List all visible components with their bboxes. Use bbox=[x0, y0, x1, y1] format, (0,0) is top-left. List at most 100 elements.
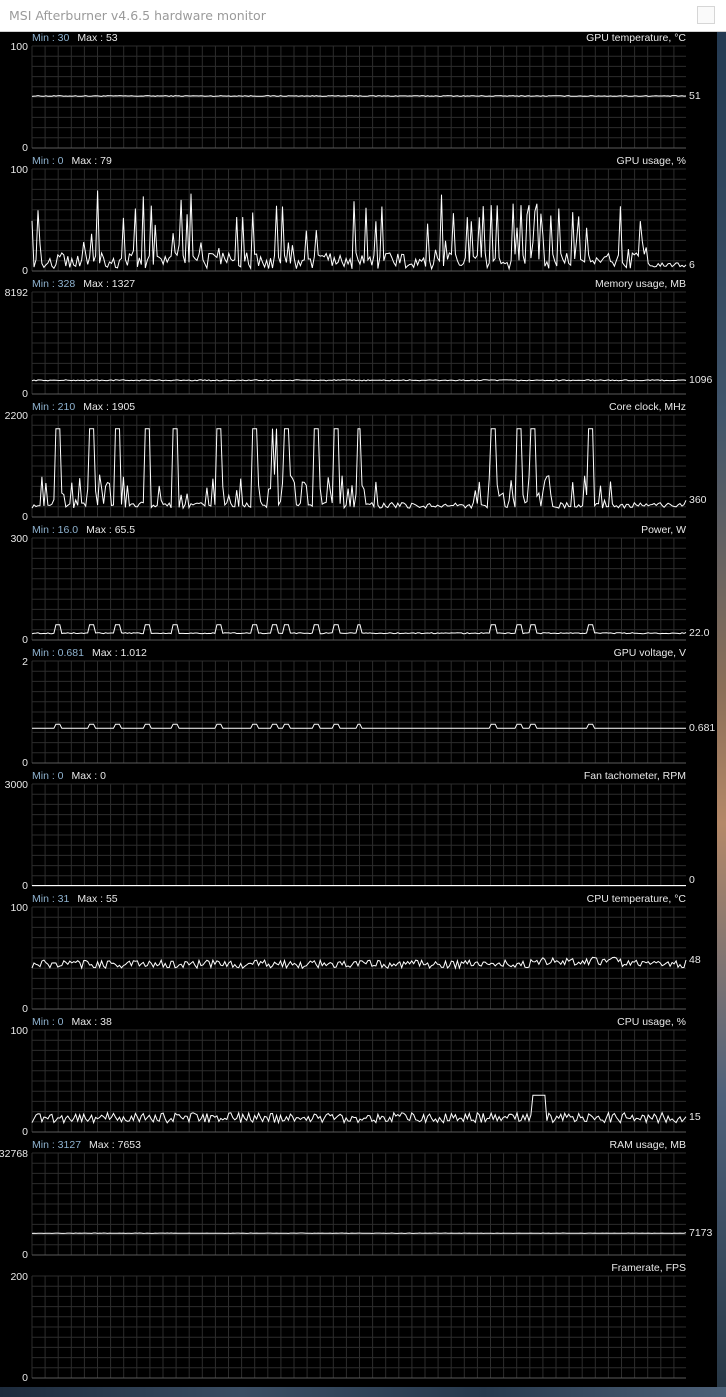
graph-plot bbox=[31, 1029, 687, 1133]
graph-max-value: Max : 79 bbox=[71, 155, 112, 167]
graph-y-min: 0 bbox=[22, 142, 28, 154]
graph-grid-lines bbox=[31, 783, 686, 886]
graph-y-max: 2 bbox=[22, 656, 28, 668]
graph-plot bbox=[31, 291, 687, 395]
graph-minmax: Min : 0.681 Max : 1.012 bbox=[32, 647, 147, 660]
graph-min-value: Min : 0 bbox=[32, 770, 64, 782]
graph-y-max: 100 bbox=[10, 164, 28, 176]
graph-grid-lines bbox=[31, 1152, 686, 1255]
graph-current-value: 7173 bbox=[689, 1226, 713, 1239]
graph-ram-usage[interactable]: Min : 3127 Max : 7653 RAM usage, MB 32768 0 7… bbox=[0, 1139, 717, 1262]
graph-max-value: Max : 65.5 bbox=[86, 524, 136, 536]
graph-grid bbox=[31, 1152, 686, 1256]
graph-grid-lines bbox=[31, 45, 686, 148]
graph-grid-lines bbox=[31, 906, 686, 1009]
graph-label: RAM usage, MB bbox=[609, 1139, 686, 1151]
graph-y-min: 0 bbox=[22, 1126, 28, 1138]
graph-minmax: Min : 328 Max : 1327 bbox=[32, 278, 135, 291]
graph-y-max: 100 bbox=[10, 902, 28, 914]
graph-y-max: 3000 bbox=[4, 779, 28, 791]
graph-y-min: 0 bbox=[22, 388, 28, 400]
graph-min-value: Min : 3127 bbox=[32, 1139, 82, 1151]
graph-label: Power, W bbox=[641, 524, 686, 536]
window-title: MSI Afterburner v4.6.5 hardware monitor bbox=[9, 8, 266, 23]
graph-min-value: Min : 16.0 bbox=[32, 524, 79, 536]
graph-plot bbox=[31, 1152, 687, 1256]
graph-max-value: Max : 38 bbox=[71, 1016, 112, 1028]
graph-fan-tachometer[interactable]: Min : 0 Max : 0 Fan tachometer, RPM 3000 0 0 bbox=[0, 770, 717, 893]
graph-label: CPU temperature, °C bbox=[586, 893, 686, 905]
graph-plot bbox=[31, 45, 687, 149]
graph-label: CPU usage, % bbox=[617, 1016, 686, 1028]
graph-label: Framerate, FPS bbox=[611, 1262, 686, 1274]
graph-label: Fan tachometer, RPM bbox=[583, 770, 686, 782]
graph-grid-lines bbox=[31, 1275, 686, 1378]
graph-current-value: 0.681 bbox=[689, 722, 716, 735]
graph-min-value: Min : 0 bbox=[32, 1016, 64, 1028]
graph-y-min: 0 bbox=[22, 1003, 28, 1015]
graph-min-value: Min : 31 bbox=[32, 893, 70, 905]
graph-minmax: Min : 0 Max : 38 bbox=[32, 1016, 112, 1029]
graph-trace bbox=[31, 379, 687, 382]
graph-y-max: 200 bbox=[10, 1271, 28, 1283]
graph-y-max: 100 bbox=[10, 41, 28, 53]
graph-min-value: Min : 0 bbox=[32, 155, 64, 167]
graph-cpu-temperature[interactable]: Min : 31 Max : 55 CPU temperature, °C 100 0 4… bbox=[0, 893, 717, 1016]
graph-minmax: Min : 3127 Max : 7653 bbox=[32, 1139, 141, 1152]
graph-power[interactable]: Min : 16.0 Max : 65.5 Power, W 300 0 22.0 bbox=[0, 524, 717, 647]
graph-current-value: 1096 bbox=[689, 374, 713, 387]
graph-minmax: Min : 0 Max : 79 bbox=[32, 155, 112, 168]
graph-label: GPU temperature, °C bbox=[586, 32, 686, 44]
graph-max-value: Max : 55 bbox=[77, 893, 118, 905]
graph-label: Memory usage, MB bbox=[594, 278, 686, 290]
graph-y-min: 0 bbox=[22, 880, 28, 892]
graph-minmax: Min : 0 Max : 0 bbox=[32, 770, 106, 783]
hardware-monitor-graphs: Min : 30 Max : 53 GPU temperature, °C 100 0 5… bbox=[0, 32, 717, 1387]
graph-grid bbox=[31, 291, 686, 395]
graph-grid bbox=[31, 783, 686, 887]
graph-gpu-voltage[interactable]: Min : 0.681 Max : 1.012 GPU voltage, V 2 0 0.… bbox=[0, 647, 717, 770]
graph-minmax: Min : 31 Max : 55 bbox=[32, 893, 118, 906]
graph-y-max: 32768 bbox=[0, 1148, 28, 1160]
desktop-background bbox=[717, 32, 726, 1397]
graph-memory-usage[interactable]: Min : 328 Max : 1327 Memory usage, MB 8192 0… bbox=[0, 278, 717, 401]
graph-min-value: Min : 328 bbox=[32, 278, 76, 290]
graph-y-min: 0 bbox=[22, 634, 28, 646]
graph-gpu-temperature[interactable]: Min : 30 Max : 53 GPU temperature, °C 100 0 5… bbox=[0, 32, 717, 155]
graph-grid bbox=[31, 906, 686, 1010]
graph-label: GPU usage, % bbox=[616, 155, 686, 167]
graph-y-min: 0 bbox=[22, 1372, 28, 1384]
graph-grid-lines bbox=[31, 660, 686, 763]
graph-min-value: Min : 30 bbox=[32, 32, 70, 44]
graph-min-value: Min : 210 bbox=[32, 401, 76, 413]
graph-framerate[interactable]: Framerate, FPS 200 0 bbox=[0, 1262, 717, 1385]
graph-max-value: Max : 1905 bbox=[83, 401, 136, 413]
graph-y-max: 8192 bbox=[4, 287, 28, 299]
graph-minmax: Min : 210 Max : 1905 bbox=[32, 401, 135, 414]
graph-y-min: 0 bbox=[22, 757, 28, 769]
window-control-icon[interactable] bbox=[697, 6, 715, 24]
graph-y-min: 0 bbox=[22, 511, 28, 523]
graph-current-value: 15 bbox=[689, 1110, 701, 1123]
graph-current-value: 51 bbox=[689, 89, 701, 102]
graph-grid-lines bbox=[31, 291, 686, 394]
graph-min-value: Min : 0.681 bbox=[32, 647, 84, 659]
graph-grid bbox=[31, 1275, 686, 1379]
graph-max-value: Max : 1327 bbox=[83, 278, 136, 290]
graph-minmax: Min : 30 Max : 53 bbox=[32, 32, 118, 45]
graph-max-value: Max : 0 bbox=[71, 770, 106, 782]
graph-plot bbox=[31, 660, 686, 764]
graph-minmax bbox=[32, 1262, 40, 1275]
graph-plot bbox=[31, 537, 687, 641]
graph-y-min: 0 bbox=[22, 265, 28, 277]
graph-gpu-usage[interactable]: Min : 0 Max : 79 GPU usage, % 100 0 6 bbox=[0, 155, 717, 278]
graph-y-min: 0 bbox=[22, 1249, 28, 1261]
graph-core-clock[interactable]: Min : 210 Max : 1905 Core clock, MHz 2200 0 3… bbox=[0, 401, 717, 524]
graph-cpu-usage[interactable]: Min : 0 Max : 38 CPU usage, % 100 0 15 bbox=[0, 1016, 717, 1139]
graph-y-max: 300 bbox=[10, 533, 28, 545]
graph-current-value: 0 bbox=[689, 874, 695, 886]
graph-plot bbox=[31, 906, 687, 1010]
graph-plot bbox=[31, 168, 687, 272]
graph-y-max: 100 bbox=[10, 1025, 28, 1037]
graph-label: GPU voltage, V bbox=[613, 647, 686, 659]
